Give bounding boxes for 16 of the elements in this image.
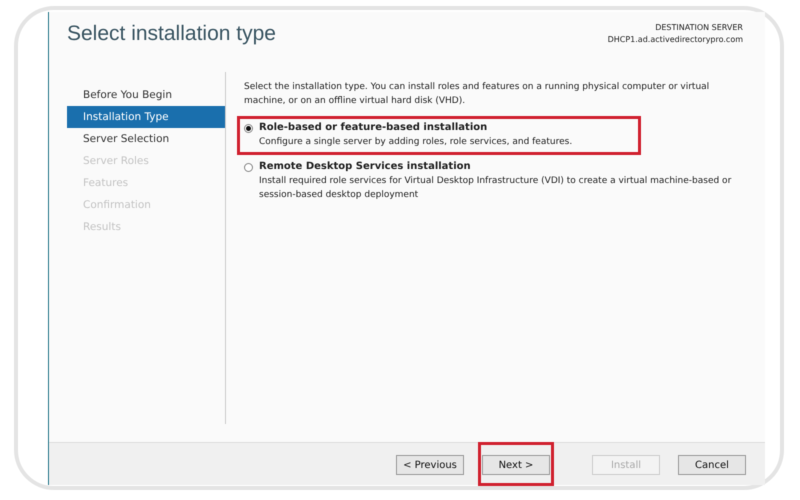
radio-button[interactable] bbox=[244, 124, 253, 133]
wizard-button[interactable]: Next > bbox=[482, 455, 550, 476]
wizard-button[interactable]: < Previous bbox=[396, 455, 464, 476]
wizard-step[interactable]: Server Selection bbox=[67, 128, 225, 150]
wizard-button[interactable]: Cancel bbox=[678, 455, 746, 476]
wizard-step[interactable]: Before You Begin bbox=[67, 84, 225, 106]
window-title: Select installation type bbox=[67, 22, 276, 47]
option-title: Role-based or feature-based installation bbox=[259, 122, 488, 133]
server-name: DHCP1.ad.activedirectorypro.com bbox=[608, 34, 743, 46]
option-title: Remote Desktop Services installation bbox=[259, 161, 472, 172]
option-description: Install required role services for Virtual Desktop Infrastructure (VDI) to create a virtual machine-based or session-based desktop deployment bbox=[259, 175, 732, 202]
intro-text: Select the installation type. You can install roles and features on a running physical computer or virtual machine, or on an offline virtual hard disk (VHD). bbox=[244, 81, 710, 108]
option-description: Configure a single server by adding roles, role services, and features. bbox=[259, 136, 572, 149]
destination-label: DESTINATION SERVER bbox=[655, 22, 743, 34]
radio-button[interactable] bbox=[244, 163, 253, 172]
wizard-step[interactable]: Installation Type bbox=[67, 106, 225, 128]
